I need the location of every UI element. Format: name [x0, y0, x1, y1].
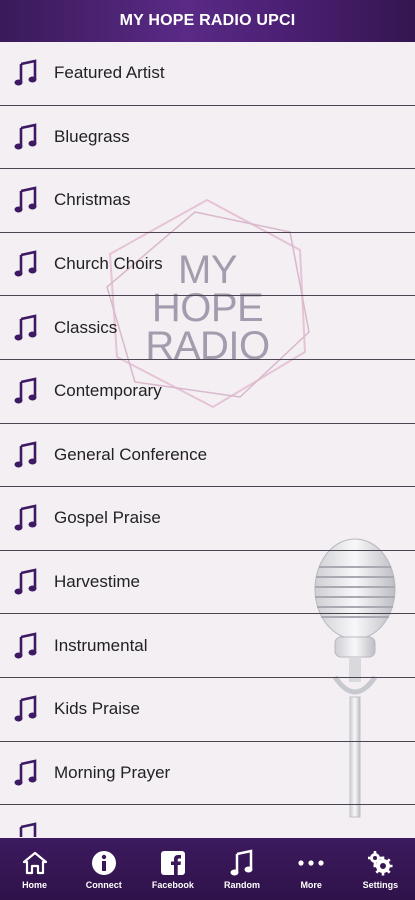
- tab-home-label: Home: [22, 880, 48, 890]
- genre-list-item[interactable]: General Conference: [0, 424, 415, 488]
- genre-label: Christmas: [54, 190, 131, 210]
- tab-connect[interactable]: Connect: [70, 848, 138, 890]
- genre-list-item[interactable]: Classics: [0, 296, 415, 360]
- tab-more[interactable]: More: [277, 848, 345, 890]
- genre-label: Gospel Praise: [54, 508, 161, 528]
- genre-label: Church Choirs: [54, 254, 163, 274]
- settings-icon: [366, 848, 394, 878]
- tab-facebook[interactable]: Facebook: [139, 848, 207, 890]
- genre-label: Classics: [54, 317, 118, 337]
- genre-list-item[interactable]: Bluegrass: [0, 106, 415, 170]
- genre-list-item[interactable]: Harvestime: [0, 551, 415, 615]
- music-note-icon: [14, 249, 40, 279]
- genre-list[interactable]: MY HOPE RADIO Featured Artist Bluegrass …: [0, 42, 415, 837]
- music-note-icon: [14, 58, 40, 88]
- genre-list-item[interactable]: Contemporary: [0, 360, 415, 424]
- genre-list-item[interactable]: Featured Artist: [0, 42, 415, 106]
- genre-label: Kids Praise: [54, 699, 140, 719]
- genre-label: Morning Prayer: [54, 762, 171, 782]
- music-note-icon: [14, 503, 40, 533]
- genre-list-item[interactable]: Morning Prayer: [0, 742, 415, 806]
- app-title: MY HOPE RADIO UPCI: [119, 12, 296, 29]
- app-header: MY HOPE RADIO UPCI: [0, 0, 415, 42]
- music-note-icon: [14, 758, 40, 788]
- tab-settings-label: Settings: [362, 880, 399, 890]
- tab-home[interactable]: Home: [1, 848, 69, 890]
- genre-list-item[interactable]: [0, 805, 415, 837]
- info-icon: [91, 848, 117, 878]
- tab-settings[interactable]: Settings: [346, 848, 414, 890]
- music-note-icon: [14, 567, 40, 597]
- home-icon: [22, 848, 48, 878]
- genre-list-item[interactable]: Kids Praise: [0, 678, 415, 742]
- genre-list-item[interactable]: Gospel Praise: [0, 487, 415, 551]
- genre-label: Bluegrass: [54, 126, 130, 146]
- music-note-icon: [230, 848, 254, 878]
- music-note-icon: [14, 440, 40, 470]
- music-note-icon: [14, 376, 40, 406]
- music-note-icon: [14, 185, 40, 215]
- music-note-icon: [14, 313, 40, 343]
- music-note-icon: [14, 631, 40, 661]
- tab-more-label: More: [300, 880, 322, 890]
- genre-label: Harvestime: [54, 572, 140, 592]
- genre-label: General Conference: [54, 444, 208, 464]
- music-note-icon: [14, 694, 40, 724]
- more-icon: [298, 848, 324, 878]
- genre-list-item[interactable]: Christmas: [0, 169, 415, 233]
- tab-connect-label: Connect: [85, 880, 122, 890]
- tab-random[interactable]: Random: [208, 848, 276, 890]
- music-note-icon: [14, 122, 40, 152]
- genre-label: Instrumental: [54, 635, 148, 655]
- genre-list-item[interactable]: Instrumental: [0, 614, 415, 678]
- tab-random-label: Random: [224, 880, 261, 890]
- facebook-icon: [160, 848, 186, 878]
- genre-label: Featured Artist: [54, 63, 165, 83]
- genre-list-item[interactable]: Church Choirs: [0, 233, 415, 297]
- genre-label: Contemporary: [54, 381, 162, 401]
- music-note-icon: [14, 821, 40, 837]
- tab-facebook-label: Facebook: [151, 880, 194, 890]
- bottom-tab-bar: Home Connect Facebook Random More Settin…: [0, 838, 415, 900]
